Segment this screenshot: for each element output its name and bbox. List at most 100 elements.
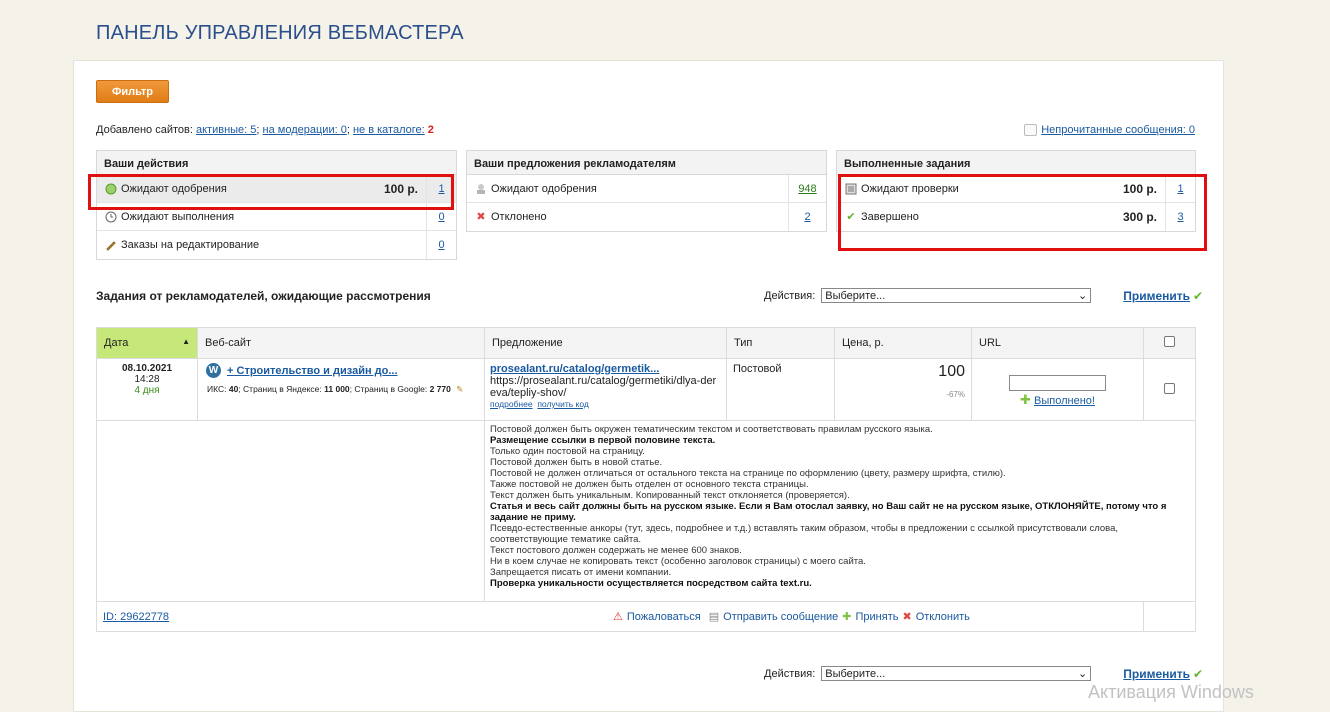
complain-link[interactable]: Пожаловаться [627,611,701,623]
date-cell: 08.10.2021 14:28 4 дня [96,358,198,421]
task-id-link[interactable]: ID: 29622778 [103,611,169,623]
plus-green-icon: ✚ [842,611,852,623]
unread-messages[interactable]: Непрочитанные сообщения: 0 [1024,124,1195,136]
chevron-down-icon: ⌄ [1078,668,1088,680]
header-date[interactable]: Дата ▲ [96,327,198,359]
description-line: Размещение ссылки в первой половине текс… [490,435,716,446]
url-cell: ✚ Выполнено! [971,358,1144,421]
header-label: Дата [104,337,129,349]
pencil-icon [105,239,117,251]
site-stats: ИКС: 40; Страниц в Яндексе: 11 000; Стра… [206,384,476,395]
send-message-link[interactable]: Отправить сообщение [723,611,838,623]
accept-link[interactable]: Принять [856,611,899,623]
task-description: Постовой должен быть окружен тематически… [490,424,1190,589]
empty-cell [96,420,198,602]
apply-button[interactable]: Применить ✔ [1123,289,1203,303]
active-sites-link[interactable]: активные: 5 [196,124,256,136]
actions-label: Действия: [764,289,816,302]
row-date: 08.10.2021 [121,363,173,374]
row-label: Отклонено [491,211,547,223]
row-count-link[interactable]: 948 [798,183,816,195]
clock-icon [105,211,117,223]
description-row: Постовой должен быть окружен тематически… [96,420,1196,602]
message-icon: ▤ [708,611,720,623]
sort-up-icon: ▲ [182,337,190,346]
table-row: 08.10.2021 14:28 4 дня W + Строительство… [96,358,1196,421]
stat-value: 2 770 [429,384,451,394]
description-line: Текст должен быть уникальным. Копированн… [490,490,850,501]
header-price: Цена, р. [834,327,972,359]
stat-label: ; Страниц в Google: [349,384,428,394]
windows-activation-watermark: Активация Windows [1088,682,1254,702]
actions-bar-bottom: Действия: Выберите... ⌄ Применить ✔ [764,666,1203,681]
actions-select[interactable]: Выберите... ⌄ [821,288,1092,303]
row-actions: ⚠ Пожаловаться ▤ Отправить сообщение ✚ Прин… [613,610,970,624]
plus-green-icon: ✚ [1020,392,1031,407]
chevron-down-icon: ⌄ [1078,290,1088,302]
description-line: Также постовой не должен быть отделен от… [490,479,809,490]
select-all-checkbox[interactable] [1164,336,1175,347]
header-website: Веб-сайт [197,327,485,359]
row-label: Заказы на редактирование [121,239,260,251]
action-row-edit-orders[interactable]: Заказы на редактирование 0 [97,231,456,259]
offer-code-link[interactable]: получить код [537,399,589,409]
unread-messages-link[interactable]: Непрочитанные сообщения: 0 [1041,124,1195,136]
offer-row-awaiting[interactable]: Ожидают одобрения 948 [467,175,826,203]
type-cell: Постовой [726,358,835,421]
row-time: 14:28 [134,374,160,385]
apply-link[interactable]: Применить [1123,667,1190,681]
user-icon [475,183,487,195]
actions-select[interactable]: Выберите... ⌄ [821,666,1092,681]
offer-more-link[interactable]: подробнее [490,399,533,409]
description-line: Ни в коем случае не копировать текст (ос… [490,556,866,567]
tasks-table: Дата ▲ Веб-сайт Предложение Тип Цена, р. … [96,327,1196,632]
description-line: Статья и весь сайт должны быть на русско… [490,501,1167,523]
apply-button[interactable]: Применить ✔ [1123,667,1203,681]
moderation-sites-link[interactable]: на модерации: 0 [263,124,347,136]
completed-title: Выполненные задания [837,151,1195,175]
description-line: Постовой не должен отличаться от остальн… [490,468,1006,479]
offer-row-rejected[interactable]: ✖ Отклонено 2 [467,203,826,231]
cross-red-icon: ✖ [476,210,486,223]
select-value: Выберите... [825,289,886,302]
checkmark-icon: ✔ [1193,288,1204,303]
row-checkbox[interactable] [1164,382,1175,394]
apply-link[interactable]: Применить [1123,289,1190,303]
description-line: Проверка уникальности осуществляется пос… [490,578,812,589]
actions-bar-top: Действия: Выберите... ⌄ Применить ✔ [764,288,1203,303]
row-label: Ожидают одобрения [491,182,597,195]
sites-summary: Добавлено сайтов: активные: 5; на модера… [96,124,434,136]
done-link[interactable]: Выполнено! [1034,395,1095,407]
offer-cell: prosealant.ru/catalog/germetik... https:… [484,358,727,421]
tasks-section-title: Задания от рекламодателей, ожидающие рас… [96,289,431,303]
offers-title: Ваши предложения рекламодателям [467,151,826,175]
not-in-catalog-link[interactable]: не в каталоге: [353,124,425,136]
not-in-catalog-count[interactable]: 2 [428,124,434,136]
row-count-link[interactable]: 0 [438,239,444,251]
site-link[interactable]: + Строительство и дизайн до... [227,365,398,377]
stat-label: ; Страниц в Яндексе: [238,384,322,394]
row-count-link[interactable]: 0 [438,211,444,223]
page-title: ПАНЕЛЬ УПРАВЛЕНИЯ ВЕБМАСТЕРА [96,22,464,44]
stat-value: 11 000 [324,384,350,394]
pencil-icon[interactable]: ✎ [456,384,463,394]
cross-red-icon: ✖ [902,611,912,623]
row-count-link[interactable]: 2 [804,211,810,223]
filter-button[interactable]: Фильтр [96,80,169,103]
header-offer: Предложение [484,327,727,359]
offer-link[interactable]: prosealant.ru/catalog/germetik... [490,363,659,375]
warning-icon: ⚠ [613,611,623,623]
site-name: Строительство и дизайн до... [236,364,398,377]
description-line: Только один постовой на страницу. [490,446,645,457]
header-select-all[interactable] [1143,327,1196,359]
your-actions-title: Ваши действия [97,151,456,175]
wordpress-icon: W [206,363,221,378]
description-line: Текст постового должен содержать не мене… [490,545,742,556]
reject-link[interactable]: Отклонить [916,611,970,623]
select-cell [1143,358,1196,421]
sites-prefix: Добавлено сайтов: [96,124,193,136]
description-cell: Постовой должен быть окружен тематически… [484,420,1196,602]
actions-row: ID: 29622778 ⚠ Пожаловаться ▤ Отправить со… [96,601,1196,632]
empty-cell [197,420,485,602]
url-input[interactable] [1009,375,1106,391]
